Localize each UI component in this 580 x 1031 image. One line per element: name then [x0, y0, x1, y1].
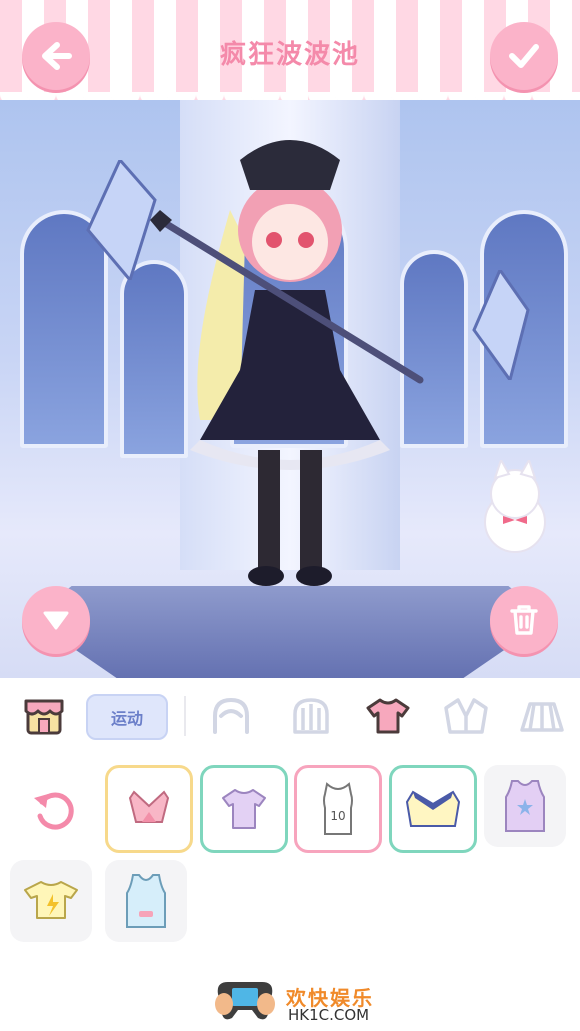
- jacket-icon: [444, 698, 488, 734]
- lilac-tshirt-icon: [222, 789, 266, 829]
- jersey-number: 10: [330, 809, 345, 823]
- jersey-icon: 10: [323, 782, 353, 835]
- tab-jackets[interactable]: [440, 690, 492, 742]
- item-cheer-top[interactable]: [389, 765, 477, 853]
- item-yellow-tee[interactable]: [10, 860, 92, 942]
- tab-hair-back[interactable]: [285, 690, 337, 742]
- crystal-icon: [472, 270, 530, 380]
- blue-vest-icon: [126, 874, 166, 928]
- yellow-tee-icon: [24, 881, 78, 919]
- item-jersey[interactable]: 10: [294, 765, 382, 853]
- gamepad-logo-icon: [215, 982, 275, 1020]
- tab-skirts[interactable]: [516, 690, 568, 742]
- triangle-down-icon: [43, 611, 69, 630]
- skirt-icon: [520, 702, 564, 732]
- item-lilac-tshirt[interactable]: [200, 765, 288, 853]
- item-blue-vest[interactable]: [105, 860, 187, 942]
- undo-icon: [34, 792, 74, 830]
- crystal-icon: [86, 160, 157, 280]
- dressup-scene: [0, 100, 580, 678]
- trash-button[interactable]: [490, 586, 558, 654]
- shop-icon: [24, 699, 64, 735]
- confirm-button[interactable]: [490, 22, 558, 90]
- reset-button[interactable]: [26, 780, 84, 838]
- character-avatar: [150, 140, 424, 586]
- toolbar-divider: [184, 696, 186, 736]
- item-star-tank[interactable]: [484, 765, 566, 847]
- hair-front-icon: [213, 697, 249, 734]
- shop-button[interactable]: [18, 690, 70, 742]
- brand-name-en: HK1C.COM: [288, 1006, 370, 1024]
- category-tag-sport[interactable]: 运动: [86, 694, 168, 740]
- halter-top-icon: [128, 790, 170, 823]
- hair-back-icon: [293, 698, 329, 734]
- check-icon: [509, 44, 539, 68]
- item-halter-top[interactable]: [105, 765, 193, 853]
- tab-tops[interactable]: [362, 690, 414, 742]
- cheer-top-icon: [405, 790, 461, 827]
- top-icon: [366, 698, 410, 734]
- star-tank-icon: [505, 780, 545, 832]
- collapse-button[interactable]: [22, 586, 90, 654]
- cat-pet: [484, 460, 546, 553]
- tab-hair-front[interactable]: [205, 690, 257, 742]
- trash-icon: [510, 605, 538, 635]
